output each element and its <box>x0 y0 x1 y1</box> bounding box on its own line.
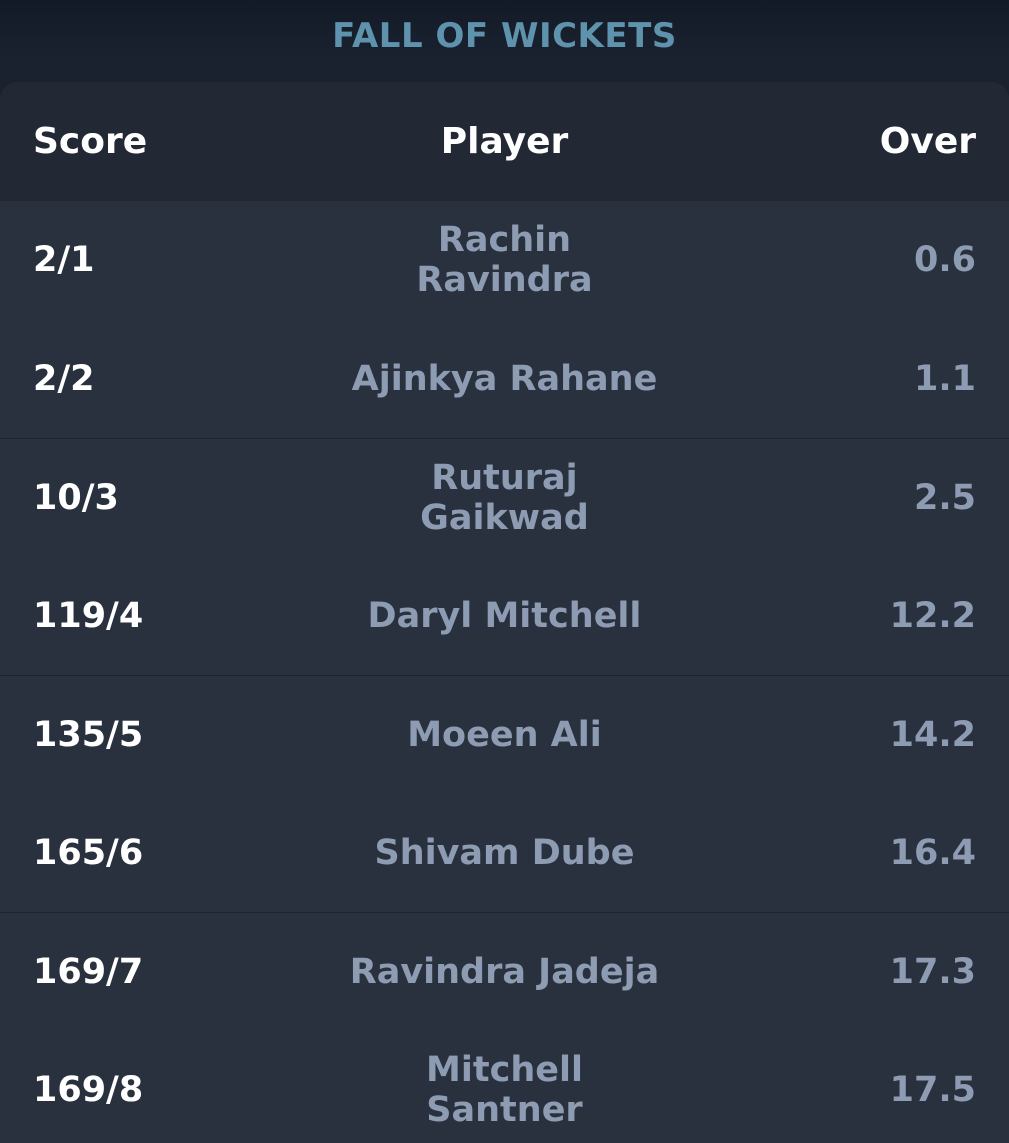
row-over: 16.4 <box>889 832 976 873</box>
table-row: 135/5 Moeen Ali 14.2 <box>0 675 1009 794</box>
table-row: 169/7 Ravindra Jadeja 17.3 <box>0 912 1009 1031</box>
row-player: Mitchell Santner <box>426 1049 583 1130</box>
table-row: 119/4 Daryl Mitchell 12.2 <box>0 557 1009 676</box>
column-header-player: Player <box>440 121 569 162</box>
row-score: 169/8 <box>33 1069 144 1110</box>
row-player: Rachin Ravindra <box>416 220 593 301</box>
fall-of-wickets-table: Score Player Over 2/1 Rachin Ravindra 0.… <box>0 82 1009 1143</box>
row-score: 135/5 <box>33 714 144 755</box>
table-row: 165/6 Shivam Dube 16.4 <box>0 794 1009 913</box>
row-score: 10/3 <box>33 477 119 518</box>
table-row: 2/2 Ajinkya Rahane 1.1 <box>0 320 1009 439</box>
section-title: FALL OF WICKETS <box>332 16 677 56</box>
row-score: 119/4 <box>33 595 144 636</box>
table-row: 169/8 Mitchell Santner 17.5 <box>0 1031 1009 1143</box>
column-header-score: Score <box>33 121 148 162</box>
table-row: 10/3 Ruturaj Gaikwad 2.5 <box>0 438 1009 557</box>
column-header-over: Over <box>879 121 976 162</box>
row-player: Shivam Dube <box>374 832 635 873</box>
row-score: 2/2 <box>33 358 95 399</box>
row-over: 12.2 <box>889 595 976 636</box>
row-player: Ruturaj Gaikwad <box>420 457 589 538</box>
row-over: 17.3 <box>889 951 976 992</box>
row-player: Ajinkya Rahane <box>351 358 658 399</box>
row-player: Moeen Ali <box>407 714 602 755</box>
table-row: 2/1 Rachin Ravindra 0.6 <box>0 201 1009 320</box>
row-player: Daryl Mitchell <box>367 595 642 636</box>
row-over: 2.5 <box>913 477 976 518</box>
table-body: 2/1 Rachin Ravindra 0.6 2/2 Ajinkya Raha… <box>0 201 1009 1143</box>
row-score: 165/6 <box>33 832 144 873</box>
row-over: 14.2 <box>889 714 976 755</box>
row-over: 0.6 <box>913 240 976 281</box>
row-over: 1.1 <box>913 358 976 399</box>
row-player: Ravindra Jadeja <box>349 951 660 992</box>
row-score: 2/1 <box>33 240 95 281</box>
table-header: Score Player Over <box>0 82 1009 201</box>
row-score: 169/7 <box>33 951 144 992</box>
row-over: 17.5 <box>889 1069 976 1110</box>
